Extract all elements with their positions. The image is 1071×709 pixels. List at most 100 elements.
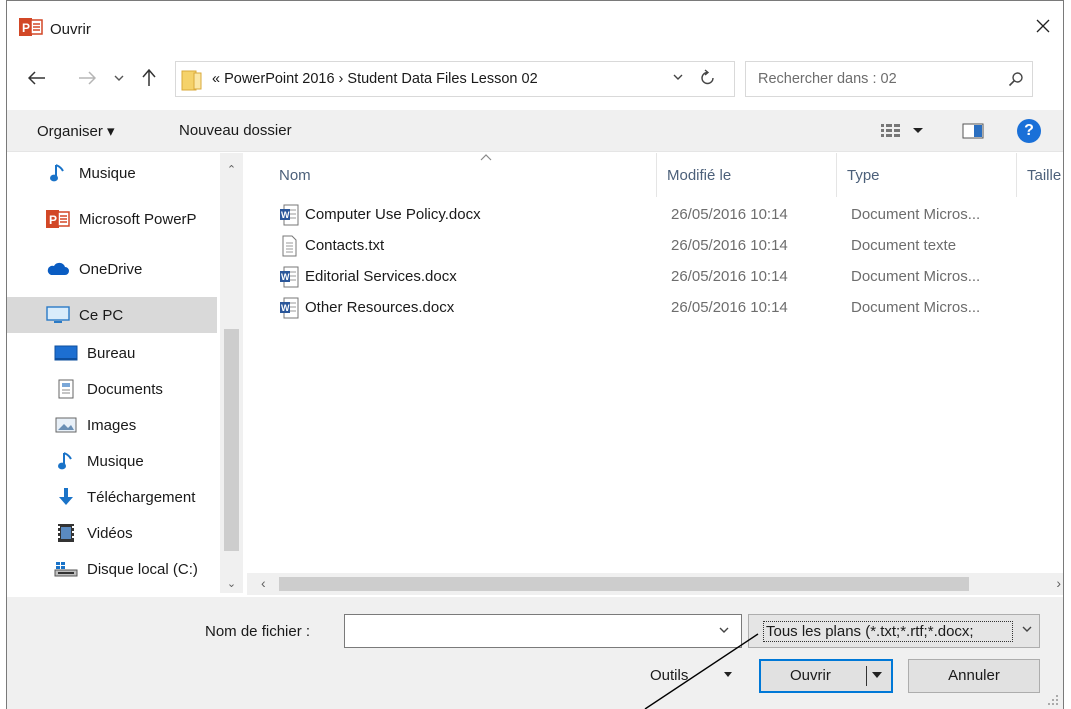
search-placeholder: Rechercher dans : 02 bbox=[758, 71, 897, 87]
resize-grip-icon[interactable] bbox=[1047, 694, 1059, 706]
forward-button[interactable] bbox=[75, 66, 99, 90]
command-bar: Organiser ▾ Nouveau dossier ? bbox=[7, 110, 1063, 152]
horizontal-scroll-thumb[interactable] bbox=[279, 577, 969, 591]
address-path: « PowerPoint 2016 › Student Data Files L… bbox=[212, 71, 538, 87]
file-name: Contacts.txt bbox=[305, 237, 385, 254]
word-doc-icon: W bbox=[280, 266, 299, 288]
sidebar-item-label: Bureau bbox=[87, 344, 136, 362]
column-header-modified[interactable]: Modifié le bbox=[657, 153, 837, 197]
sidebar-item-onedrive[interactable]: OneDrive bbox=[7, 251, 217, 287]
caret-down-icon[interactable] bbox=[723, 671, 733, 679]
sort-ascending-icon bbox=[480, 154, 492, 161]
music-note-icon bbox=[45, 162, 71, 184]
open-button[interactable]: Ouvrir bbox=[759, 659, 893, 693]
text-file-icon bbox=[282, 235, 297, 257]
svg-text:W: W bbox=[281, 272, 290, 282]
images-icon bbox=[53, 414, 79, 436]
drive-icon bbox=[53, 558, 79, 580]
preview-pane-icon[interactable] bbox=[962, 123, 984, 139]
window-title: Ouvrir bbox=[50, 21, 91, 38]
file-row[interactable]: W Other Resources.docx 26/05/2016 10:14 … bbox=[247, 294, 1063, 325]
view-options-icon[interactable] bbox=[879, 122, 931, 140]
sidebar-item-label: Microsoft PowerP bbox=[79, 210, 197, 228]
scroll-left-icon[interactable]: ‹ bbox=[261, 575, 266, 591]
sidebar-item-documents[interactable]: Documents bbox=[7, 371, 217, 407]
close-icon bbox=[1036, 19, 1050, 33]
help-button[interactable]: ? bbox=[1017, 119, 1041, 143]
sidebar-item-downloads[interactable]: Téléchargement bbox=[7, 479, 217, 515]
tools-menu[interactable]: Outils bbox=[650, 667, 688, 684]
file-type: Document texte bbox=[851, 237, 957, 254]
arrow-left-icon bbox=[28, 71, 45, 85]
file-type: Document Micros... bbox=[851, 268, 981, 285]
caret-down-icon[interactable] bbox=[871, 669, 883, 681]
file-row[interactable]: Contacts.txt 26/05/2016 10:14 Document t… bbox=[247, 232, 1063, 263]
organize-button[interactable]: Organiser ▾ bbox=[37, 122, 115, 140]
chevron-down-icon[interactable] bbox=[672, 71, 684, 83]
file-row[interactable]: W Editorial Services.docx 26/05/2016 10:… bbox=[247, 263, 1063, 294]
file-type-filter-value: Tous les plans (*.txt;*.rtf;*.docx; bbox=[763, 621, 1013, 642]
sidebar-item-powerpoint[interactable]: P Microsoft PowerP bbox=[7, 201, 217, 237]
sidebar-item-label: Musique bbox=[87, 452, 144, 470]
back-button[interactable] bbox=[25, 66, 49, 90]
refresh-icon[interactable] bbox=[700, 69, 716, 87]
powerpoint-icon: P bbox=[45, 208, 71, 230]
scroll-up-icon[interactable]: ⌃ bbox=[224, 163, 239, 177]
file-name: Editorial Services.docx bbox=[305, 268, 457, 285]
address-bar[interactable]: « PowerPoint 2016 › Student Data Files L… bbox=[175, 61, 735, 97]
filename-label: Nom de fichier : bbox=[205, 623, 311, 640]
sidebar-item-music[interactable]: Musique bbox=[7, 443, 217, 479]
desktop-icon bbox=[53, 342, 79, 364]
cancel-button[interactable]: Annuler bbox=[908, 659, 1040, 693]
chevron-down-icon[interactable] bbox=[718, 625, 730, 635]
open-dialog: P Ouvrir « PowerPoint 2016 › Student Dat… bbox=[6, 0, 1064, 709]
computer-icon bbox=[45, 304, 71, 326]
svg-text:P: P bbox=[49, 213, 57, 227]
sidebar-item-images[interactable]: Images bbox=[7, 407, 217, 443]
chevron-down-icon bbox=[1022, 626, 1032, 632]
up-button[interactable] bbox=[137, 66, 161, 90]
split-divider bbox=[866, 666, 867, 686]
dialog-footer: Nom de fichier : Tous les plans (*.txt;*… bbox=[7, 597, 1063, 709]
sidebar-item-label: Musique bbox=[79, 164, 136, 182]
sidebar-scrollbar[interactable]: ⌃ ⌄ bbox=[220, 153, 243, 593]
horizontal-scrollbar[interactable]: ‹ › bbox=[247, 573, 1063, 595]
sidebar-scroll-thumb[interactable] bbox=[224, 329, 239, 551]
word-doc-icon: W bbox=[280, 297, 299, 319]
search-box[interactable]: Rechercher dans : 02 bbox=[745, 61, 1033, 97]
column-header-size[interactable]: Taille bbox=[1017, 153, 1063, 197]
navigation-pane: Musique P Microsoft PowerP OneDrive Ce P… bbox=[7, 153, 243, 593]
open-button-label: Ouvrir bbox=[790, 667, 831, 684]
sidebar-item-videos[interactable]: Vidéos bbox=[7, 515, 217, 551]
sidebar-item-local-disk[interactable]: Disque local (C:) bbox=[7, 551, 217, 587]
scroll-down-icon[interactable]: ⌄ bbox=[224, 577, 239, 591]
music-note-icon bbox=[53, 450, 79, 472]
sidebar-item-desktop[interactable]: Bureau bbox=[7, 335, 217, 371]
file-row[interactable]: W Computer Use Policy.docx 26/05/2016 10… bbox=[247, 201, 1063, 232]
download-icon bbox=[53, 486, 79, 508]
column-header-name[interactable]: Nom bbox=[269, 153, 657, 197]
sidebar-item-label: Documents bbox=[87, 380, 163, 398]
recent-locations-button[interactable] bbox=[111, 66, 127, 90]
scroll-right-icon[interactable]: › bbox=[1056, 575, 1061, 591]
sidebar-item-music-top[interactable]: Musique bbox=[7, 155, 217, 191]
svg-text:P: P bbox=[22, 21, 30, 35]
search-icon bbox=[1008, 72, 1023, 87]
powerpoint-icon: P bbox=[19, 18, 43, 36]
file-type: Document Micros... bbox=[851, 299, 981, 316]
sidebar-item-label: Images bbox=[87, 416, 137, 434]
new-folder-button[interactable]: Nouveau dossier bbox=[179, 122, 292, 139]
file-type: Document Micros... bbox=[851, 206, 981, 223]
file-date: 26/05/2016 10:14 bbox=[671, 237, 788, 254]
documents-icon bbox=[53, 378, 79, 400]
file-name: Other Resources.docx bbox=[305, 299, 455, 316]
filename-input[interactable] bbox=[344, 614, 742, 648]
sidebar-item-label: Disque local (C:) bbox=[87, 560, 198, 578]
file-date: 26/05/2016 10:14 bbox=[671, 268, 788, 285]
close-button[interactable] bbox=[1027, 11, 1059, 41]
sidebar-item-this-pc[interactable]: Ce PC bbox=[7, 297, 217, 333]
svg-text:W: W bbox=[281, 303, 290, 313]
column-header-type[interactable]: Type bbox=[837, 153, 1017, 197]
sidebar-item-label: Vidéos bbox=[87, 524, 133, 542]
file-type-filter[interactable]: Tous les plans (*.txt;*.rtf;*.docx; bbox=[748, 614, 1040, 648]
